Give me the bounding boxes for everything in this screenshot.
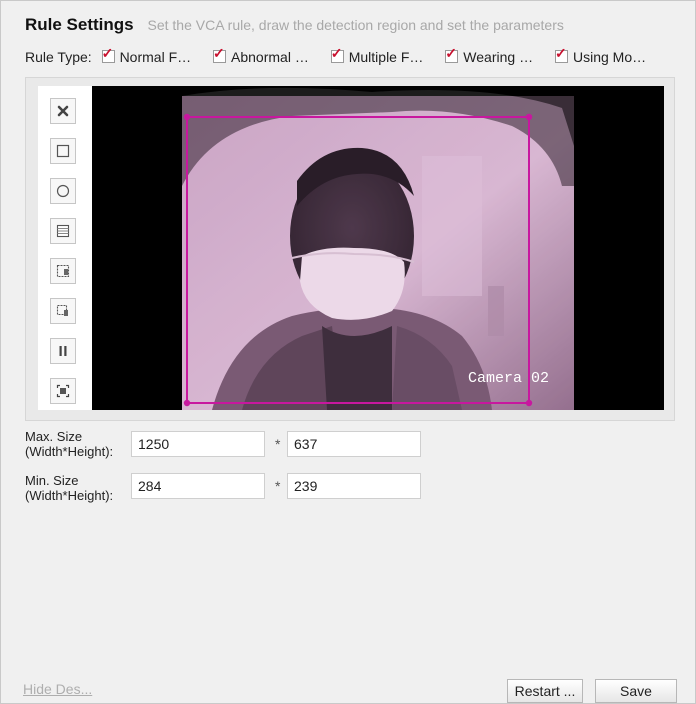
checkbox-abnormal-face[interactable]: ✓ <box>213 46 227 63</box>
draw-rectangle-button[interactable] <box>50 138 76 164</box>
rule-type-wearing[interactable]: ✓ Wearing … <box>445 46 534 65</box>
min-width-input[interactable]: 284 <box>131 473 265 499</box>
size-separator: * <box>275 478 281 494</box>
max-size-button[interactable] <box>50 258 76 284</box>
region-handle-top-left[interactable] <box>183 113 191 121</box>
grid-icon <box>56 224 70 238</box>
rule-type-option-label: Wearing … <box>463 49 534 65</box>
pause-button[interactable] <box>50 338 76 364</box>
rectangle-icon <box>56 144 70 158</box>
min-size-label: Min. Size (Width*Height): <box>25 473 125 503</box>
rule-type-option-label: Multiple F… <box>348 49 424 65</box>
max-size-label: Max. Size (Width*Height): <box>25 429 125 459</box>
region-handle-bottom-right[interactable] <box>525 399 533 407</box>
max-width-input[interactable]: 1250 <box>131 431 265 457</box>
camera-overlay-text: Camera 02 <box>468 370 549 387</box>
min-size-label-line2: (Width*Height): <box>25 488 114 503</box>
min-size-button[interactable] <box>50 298 76 324</box>
draw-grid-button[interactable] <box>50 218 76 244</box>
checkbox-normal-face[interactable]: ✓ <box>101 46 115 63</box>
clear-icon <box>57 105 69 117</box>
camera-image: Camera 02 <box>92 86 664 410</box>
check-icon: ✓ <box>445 45 458 61</box>
rule-settings-panel: Rule Settings Set the VCA rule, draw the… <box>0 0 696 704</box>
draw-circle-button[interactable] <box>50 178 76 204</box>
rule-type-normal-face[interactable]: ✓ Normal F… <box>101 46 192 65</box>
save-button[interactable]: Save <box>595 679 677 703</box>
rule-type-row: Rule Type: ✓ Normal F… ✓ Abnormal … ✓ Multi… <box>25 46 647 65</box>
min-height-input[interactable]: 239 <box>287 473 421 499</box>
pause-icon <box>59 346 67 356</box>
region-handle-top-right[interactable] <box>525 113 533 121</box>
camera-video-feed[interactable]: Camera 02 <box>92 86 664 410</box>
video-region-editor: Camera 02 <box>25 77 675 421</box>
check-icon: ✓ <box>554 45 567 61</box>
checkbox-using-mobile[interactable]: ✓ <box>554 46 568 63</box>
min-size-icon <box>56 304 68 316</box>
max-size-label-line1: Max. Size <box>25 429 83 444</box>
min-size-label-line1: Min. Size <box>25 473 79 488</box>
check-icon: ✓ <box>330 45 343 61</box>
rule-type-multiple-faces[interactable]: ✓ Multiple F… <box>330 46 424 65</box>
rule-type-option-label: Abnormal … <box>231 49 309 65</box>
checkbox-multiple-faces[interactable]: ✓ <box>330 46 344 63</box>
check-icon: ✓ <box>101 45 114 61</box>
rule-type-abnormal-face[interactable]: ✓ Abnormal … <box>213 46 309 65</box>
max-height-input[interactable]: 637 <box>287 431 421 457</box>
max-size-icon <box>56 264 70 278</box>
page-subtitle: Set the VCA rule, draw the detection reg… <box>147 17 564 33</box>
rule-type-option-label: Normal F… <box>119 49 192 65</box>
rule-type-using-mobile[interactable]: ✓ Using Mo… <box>554 46 647 65</box>
max-size-label-line2: (Width*Height): <box>25 444 114 459</box>
checkbox-wearing[interactable]: ✓ <box>445 46 459 63</box>
region-handle-bottom-left[interactable] <box>183 399 191 407</box>
header: Rule Settings Set the VCA rule, draw the… <box>25 15 564 35</box>
clear-button[interactable] <box>50 98 76 124</box>
rule-type-option-label: Using Mo… <box>572 49 647 65</box>
page-title: Rule Settings <box>25 15 134 34</box>
drawing-toolbar <box>38 86 92 410</box>
circle-icon <box>56 184 70 198</box>
rule-type-label: Rule Type: <box>25 49 92 65</box>
fullscreen-button[interactable] <box>50 378 76 404</box>
hide-description-link[interactable]: Hide Des... <box>23 681 92 697</box>
size-separator: * <box>275 436 281 452</box>
check-icon: ✓ <box>213 45 225 61</box>
fullscreen-icon <box>56 384 70 398</box>
restart-button[interactable]: Restart ... <box>507 679 583 703</box>
